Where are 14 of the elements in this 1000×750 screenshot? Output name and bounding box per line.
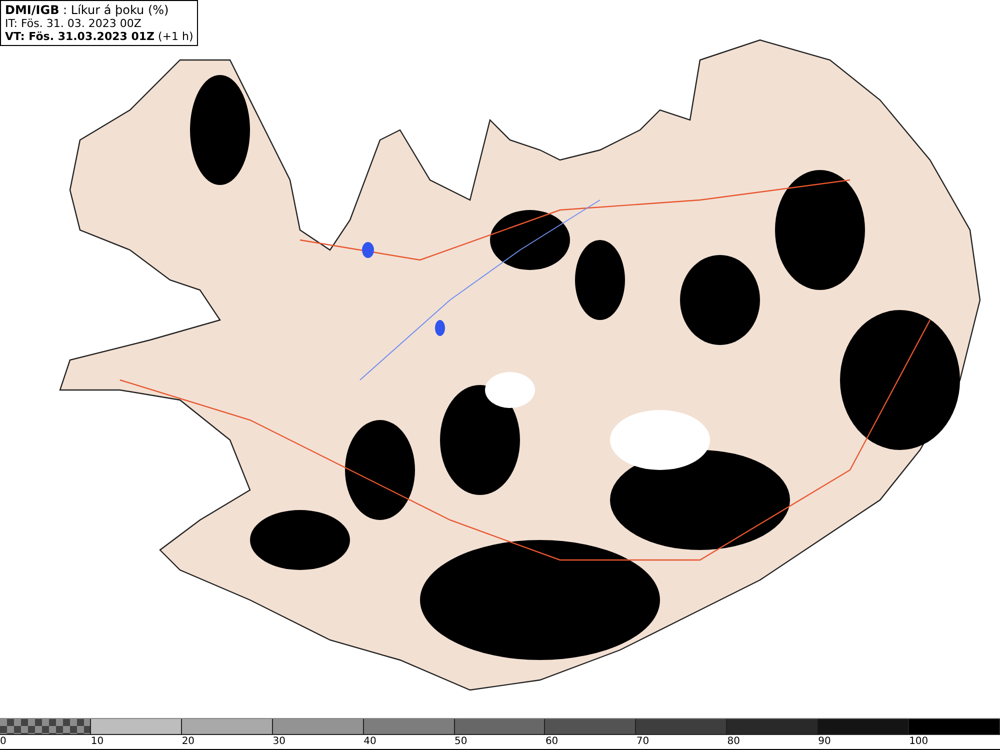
legend-label: 70 xyxy=(636,735,650,747)
legend-label: 20 xyxy=(182,735,195,747)
legend-label: 40 xyxy=(364,735,376,747)
legend-label: 60 xyxy=(545,735,558,747)
legend-label: 90 xyxy=(818,735,831,747)
legend-label: 0 xyxy=(0,735,6,747)
legend-label: 10 xyxy=(90,735,104,747)
issue-time: IT: Fös. 31. 03. 2023 00Z xyxy=(5,17,142,30)
legend-label: 30 xyxy=(272,735,286,747)
legend-label: 100 xyxy=(909,735,928,747)
legend-label: 50 xyxy=(454,735,468,747)
legend-label: 80 xyxy=(727,735,740,747)
map-title: DMI/IGB : Líkur á þoku (%) xyxy=(5,3,170,17)
valid-time: VT: Fös. 31.03.2023 01Z (+1 h) xyxy=(5,30,194,43)
